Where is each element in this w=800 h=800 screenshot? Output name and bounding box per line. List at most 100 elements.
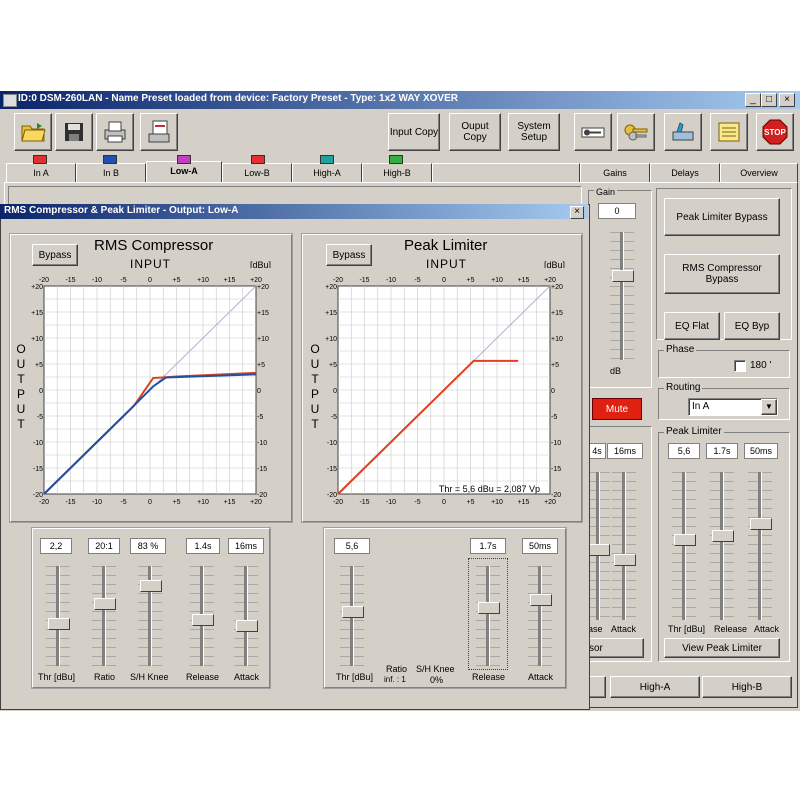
top-strip xyxy=(8,186,582,206)
tab-delays[interactable]: Delays xyxy=(650,163,720,183)
y-tick-label-right: +5 xyxy=(257,362,265,369)
view-rms-compressor-button[interactable]: sor xyxy=(588,638,644,658)
peak-knee-sub: 0% xyxy=(430,675,444,685)
system-setup-button[interactable]: System Setup xyxy=(508,113,560,151)
chevron-down-icon[interactable]: ▼ xyxy=(761,399,777,415)
stop-button[interactable]: STOP xyxy=(756,113,794,151)
rms-release-slider[interactable] xyxy=(190,566,214,666)
peak-attack-slider[interactable] xyxy=(528,566,552,666)
print-button[interactable] xyxy=(96,113,134,151)
mid-attack-slider[interactable] xyxy=(612,472,636,620)
eq-bypass-button[interactable]: EQ Byp xyxy=(724,312,780,340)
keys-button[interactable] xyxy=(617,113,655,151)
x-tick-label-top: -5 xyxy=(414,277,420,284)
maximize-button[interactable]: □ xyxy=(761,93,777,107)
peak-release-value[interactable]: 1.7s xyxy=(470,538,506,554)
y-tick-label-left: -15 xyxy=(327,466,337,473)
tab-low-b[interactable]: Low-B xyxy=(222,163,292,183)
peak-thr-slider[interactable] xyxy=(340,566,364,666)
peak-release-label: Release xyxy=(472,672,506,682)
tab-high-a[interactable]: High-A xyxy=(292,163,362,183)
x-tick-label-bottom: +15 xyxy=(224,499,236,506)
tab-in-b[interactable]: In B xyxy=(76,163,146,183)
mute-button[interactable]: Mute xyxy=(592,398,642,420)
y-tick-label-right: -10 xyxy=(551,440,561,447)
rms-attack-slider[interactable] xyxy=(234,566,258,666)
printer-icon xyxy=(104,121,126,143)
x-tick-label-bottom: -5 xyxy=(414,499,420,506)
open-folder-button[interactable] xyxy=(14,113,52,151)
bottom-tab-partial[interactable] xyxy=(588,676,606,698)
x-tick-label-bottom: -5 xyxy=(120,499,126,506)
y-tick-label-right: -10 xyxy=(257,440,267,447)
x-tick-label-bottom: -10 xyxy=(386,499,396,506)
title-bar: ID:0 DSM-260LAN - Name Preset loaded fro… xyxy=(0,91,800,109)
view-peak-limiter-button[interactable]: View Peak Limiter xyxy=(664,638,780,658)
y-tick-label-left: 0 xyxy=(39,388,43,395)
pl-attack-slider[interactable] xyxy=(748,472,772,620)
rms-attack-label: Attack xyxy=(234,672,260,682)
lock-button[interactable] xyxy=(574,113,612,151)
keys-icon xyxy=(624,124,648,141)
eq-flat-button[interactable]: EQ Flat xyxy=(664,312,720,340)
tab-gains[interactable]: Gains xyxy=(580,163,650,183)
rms-compressor-bypass-button[interactable]: RMS Compressor Bypass xyxy=(664,254,780,294)
rms-ratio-slider[interactable] xyxy=(92,566,116,666)
y-tick-label-right: -5 xyxy=(257,414,263,421)
print-preview-button[interactable] xyxy=(140,113,178,151)
save-button[interactable] xyxy=(55,113,93,151)
input-copy-button[interactable]: Input Copy xyxy=(388,113,440,151)
output-copy-button[interactable]: Ouput Copy xyxy=(449,113,501,151)
device-button[interactable] xyxy=(664,113,702,151)
rms-release-value[interactable]: 1.4s xyxy=(186,538,220,554)
notes-button[interactable] xyxy=(710,113,748,151)
gain-slider[interactable] xyxy=(610,232,634,360)
bottom-tab-high-b[interactable]: High-B xyxy=(702,676,792,698)
peak-attack-value[interactable]: 50ms xyxy=(522,538,558,554)
y-tick-label-left: -10 xyxy=(33,440,43,447)
x-tick-label-bottom: +20 xyxy=(250,499,262,506)
rms-bypass-button[interactable]: Bypass xyxy=(32,244,78,266)
x-tick-label-bottom: -15 xyxy=(359,499,369,506)
tab-low-a[interactable]: Low-A xyxy=(146,161,222,183)
routing-select[interactable]: In A ▼ xyxy=(688,398,778,416)
y-tick-label-right: -20 xyxy=(551,492,561,499)
y-tick-label-right: +20 xyxy=(551,284,563,291)
pl-thr-value[interactable]: 5,6 xyxy=(668,443,700,459)
peak-limiter-bypass-button[interactable]: Peak Limiter Bypass xyxy=(664,198,780,236)
tab-in-a[interactable]: In A xyxy=(6,163,76,183)
x-tick-label-top: +10 xyxy=(491,277,503,284)
tab-high-b[interactable]: High-B xyxy=(362,163,432,183)
x-tick-label-bottom: +5 xyxy=(173,499,181,506)
gain-value[interactable]: 0 xyxy=(598,203,636,219)
pl-attack-value[interactable]: 50ms xyxy=(744,443,778,459)
dialog-title: RMS Compressor & Peak Limiter - Output: … xyxy=(4,205,239,216)
phase-180-checkbox[interactable] xyxy=(734,360,746,372)
rms-knee-value[interactable]: 83 % xyxy=(130,538,166,554)
peak-bypass-button[interactable]: Bypass xyxy=(326,244,372,266)
mid-release-slider[interactable] xyxy=(586,472,610,620)
rms-thr-slider[interactable] xyxy=(46,566,70,666)
minimize-button[interactable]: _ xyxy=(745,93,761,107)
pl-release-slider[interactable] xyxy=(710,472,734,620)
y-tick-label-right: +5 xyxy=(551,362,559,369)
dialog-title-bar: RMS Compressor & Peak Limiter - Output: … xyxy=(0,204,588,219)
rms-attack-value[interactable]: 16ms xyxy=(228,538,264,554)
pl-release-value[interactable]: 1.7s xyxy=(706,443,738,459)
peak-release-slider[interactable] xyxy=(476,566,500,666)
dialog-close-button[interactable]: × xyxy=(570,206,584,219)
mid-attack-value[interactable]: 16ms xyxy=(607,443,643,459)
tab-color-high-b xyxy=(389,155,403,164)
close-button[interactable]: × xyxy=(779,93,795,107)
peak-thr-value[interactable]: 5,6 xyxy=(334,538,370,554)
app-icon xyxy=(3,94,17,107)
rms-thr-value[interactable]: 2,2 xyxy=(40,538,72,554)
rms-ratio-value[interactable]: 20:1 xyxy=(88,538,120,554)
tab-overview[interactable]: Overview xyxy=(720,163,798,183)
peak-output-label: OUTPUT xyxy=(310,342,320,431)
pl-thr-slider[interactable] xyxy=(672,472,696,620)
bottom-tab-high-a[interactable]: High-A xyxy=(610,676,700,698)
mid-release-value[interactable]: 4s xyxy=(588,443,606,459)
tab-empty xyxy=(432,163,580,183)
rms-knee-slider[interactable] xyxy=(138,566,162,666)
